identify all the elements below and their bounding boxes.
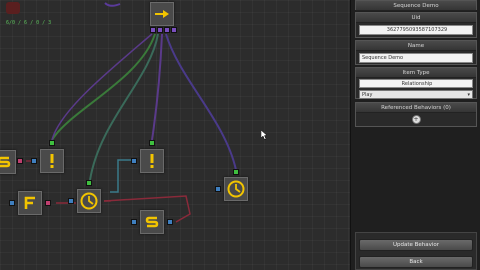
exclamation-icon <box>50 154 54 168</box>
uid-field[interactable]: 3627795093587107329 <box>359 25 473 35</box>
item-type-dropdown[interactable]: Play ▾ <box>359 90 473 99</box>
clock-icon <box>80 192 98 210</box>
uid-section: Uid 3627795093587107329 <box>355 12 477 38</box>
sequence-child-port-2[interactable] <box>157 27 163 33</box>
back-button[interactable]: Back <box>359 256 473 268</box>
condition-1-side-port[interactable] <box>31 158 37 164</box>
selector-s-icon <box>145 216 159 228</box>
wait-1-side-port[interactable] <box>68 198 74 204</box>
item-type-section: Item Type Relationship Play ▾ <box>355 67 477 99</box>
condition-node-1[interactable] <box>40 149 64 173</box>
condition-1-in-port[interactable] <box>49 140 55 146</box>
sequence-node[interactable] <box>150 2 174 26</box>
chevron-down-icon: ▾ <box>467 92 470 98</box>
add-behavior-button[interactable]: + <box>411 115 421 124</box>
wait-node-1[interactable] <box>77 189 101 213</box>
item-type-label: Relationship <box>359 79 473 88</box>
condition-2-side-port[interactable] <box>131 158 137 164</box>
fail-right-port[interactable] <box>45 200 51 206</box>
selector-right-port[interactable] <box>167 219 173 225</box>
fail-node[interactable] <box>18 191 42 215</box>
panel-title: Sequence Demo <box>356 1 476 11</box>
sequence-child-port-1[interactable] <box>150 27 156 33</box>
update-behavior-button[interactable]: Update Behavior <box>359 239 473 251</box>
item-type-header: Item Type <box>356 68 476 78</box>
condition-node-2[interactable] <box>140 149 164 173</box>
uid-header: Uid <box>356 13 476 23</box>
item-type-selected: Play <box>362 92 373 98</box>
name-section: Name Sequence Demo <box>355 40 477 65</box>
clock-icon <box>227 180 245 198</box>
selector-left-port[interactable] <box>131 219 137 225</box>
wait-2-in-port[interactable] <box>233 169 239 175</box>
connection-wires <box>26 2 237 223</box>
wait-node-2[interactable] <box>224 177 248 201</box>
referenced-behaviors-section: Referenced Behaviors (0) + <box>355 102 477 127</box>
name-field[interactable]: Sequence Demo <box>359 53 473 63</box>
arrow-right-icon <box>155 10 169 18</box>
selector-node-left[interactable] <box>0 150 16 174</box>
condition-2-in-port[interactable] <box>149 140 155 146</box>
wait-2-side-port[interactable] <box>215 186 221 192</box>
exclamation-icon <box>150 154 154 168</box>
fail-left-port[interactable] <box>9 200 15 206</box>
sequence-child-port-4[interactable] <box>171 27 177 33</box>
error-indicator-icon <box>6 2 20 14</box>
graph-status-text: 6/0 / 6 / 0 / 3 <box>6 20 52 26</box>
referenced-behaviors-header: Referenced Behaviors (0) <box>356 103 476 113</box>
title-section: Sequence Demo <box>355 0 477 11</box>
behavior-graph-canvas[interactable]: 6/0 / 6 / 0 / 3 <box>0 0 350 270</box>
inspector-panel: Sequence Demo Uid 3627795093587107329 Na… <box>350 0 480 270</box>
mouse-cursor-icon <box>261 130 268 140</box>
selector-left-out-port[interactable] <box>17 158 23 164</box>
name-header: Name <box>356 41 476 51</box>
selector-s-icon <box>0 156 11 168</box>
wait-1-in-port[interactable] <box>86 180 92 186</box>
selector-node[interactable] <box>140 210 164 234</box>
sequence-child-port-3[interactable] <box>164 27 170 33</box>
failer-f-icon <box>24 196 35 209</box>
